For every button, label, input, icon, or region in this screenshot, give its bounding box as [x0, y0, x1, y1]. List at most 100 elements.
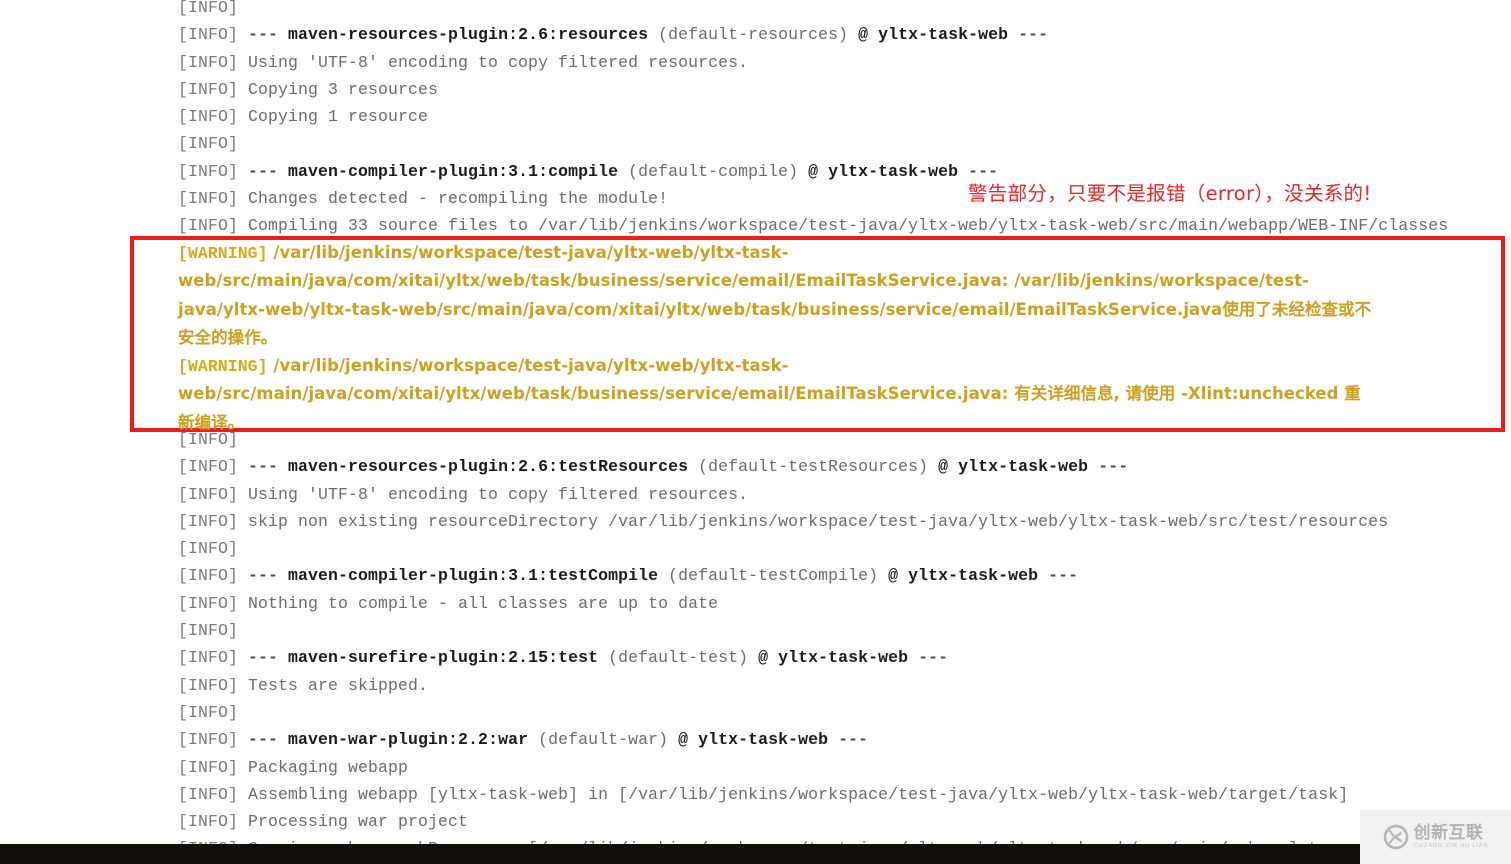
log-level-tag: [INFO]: [178, 484, 239, 504]
log-dash: ---: [238, 730, 289, 750]
maven-goal: maven-surefire-plugin:2.15:test: [288, 648, 599, 668]
warning-text: 安全的操作。: [178, 327, 278, 347]
log-message: Nothing to compile - all classes are up …: [238, 593, 719, 613]
log-line: [INFO] --- maven-compiler-plugin:3.1:com…: [178, 158, 1511, 185]
log-line: [INFO] Tests are skipped.: [178, 672, 1511, 699]
log-line: [INFO]: [178, 617, 1511, 644]
log-lines-bottom: [INFO] [INFO] --- maven-resources-plugin:…: [178, 426, 1511, 863]
maven-goal: maven-compiler-plugin:3.1:compile: [288, 161, 619, 181]
log-line: [INFO] --- maven-resources-plugin:2.6:re…: [178, 21, 1511, 48]
maven-goal: maven-resources-plugin:2.6:resources: [288, 25, 649, 45]
maven-module: @ yltx-task-web: [758, 648, 909, 668]
log-level-tag: [INFO]: [178, 52, 239, 72]
maven-module: @ yltx-task-web: [678, 730, 829, 750]
warning-line: 安全的操作。: [178, 324, 1498, 352]
log-level-tag: [INFO]: [178, 430, 239, 449]
log-message: Using 'UTF-8' encoding to copy filtered …: [238, 52, 749, 72]
warning-line: web/src/main/java/com/xitai/yltx/web/tas…: [178, 267, 1498, 295]
log-message: skip non existing resourceDirectory /var…: [238, 511, 1389, 531]
warning-level-tag: [WARNING]: [178, 244, 268, 263]
log-message: Compiling 33 source files to /var/lib/je…: [238, 216, 1449, 236]
watermark-cn: 创新互联: [1413, 822, 1484, 843]
log-message: Assembling webapp [yltx-task-web] in [/v…: [238, 784, 1349, 804]
log-line: [INFO] Nothing to compile - all classes …: [178, 590, 1511, 617]
log-message: Packaging webapp: [238, 757, 409, 777]
log-line: [INFO] Processing war project: [178, 808, 1511, 835]
site-watermark: 创新互联 CHUANG XIN HU LIAN: [1360, 810, 1511, 864]
log-level-tag: [INFO]: [178, 457, 239, 477]
log-execution-id: (default-testResources): [688, 457, 939, 477]
log-execution-id: (default-testCompile): [658, 566, 889, 586]
log-level-tag: [INFO]: [178, 216, 239, 236]
log-line: [INFO] Using 'UTF-8' encoding to copy fi…: [178, 49, 1511, 76]
watermark-en: CHUANG XIN HU LIAN: [1413, 842, 1489, 849]
log-message: Using 'UTF-8' encoding to copy filtered …: [238, 484, 749, 504]
maven-module: @ yltx-task-web: [938, 457, 1089, 477]
log-dash-tail: ---: [1088, 457, 1129, 477]
bottom-dark-bar: [0, 844, 1369, 864]
warning-text: /var/lib/jenkins/workspace/test-java/ylt…: [267, 243, 789, 262]
red-chinese-annotation: 警告部分，只要不是报错（error），没关系的!: [968, 182, 1372, 205]
log-line: [INFO] Copying 3 resources: [178, 76, 1511, 103]
log-line: [INFO] Assembling webapp [yltx-task-web]…: [178, 781, 1511, 808]
log-dash: ---: [238, 25, 289, 45]
log-level-tag: [INFO]: [178, 25, 239, 45]
log-dash: ---: [238, 648, 289, 668]
log-line: [INFO]: [178, 426, 1511, 453]
log-level-tag: [INFO]: [178, 648, 239, 668]
warning-lines: [WARNING] /var/lib/jenkins/workspace/tes…: [178, 239, 1498, 437]
log-line: [INFO] --- maven-war-plugin:2.2:war (def…: [178, 726, 1511, 753]
log-execution-id: (default-resources): [648, 25, 859, 45]
log-level-tag: [INFO]: [178, 0, 239, 17]
log-level-tag: [INFO]: [178, 757, 239, 777]
console-output-pane[interactable]: [INFO] [INFO] --- maven-resources-plugin:…: [0, 0, 1511, 864]
log-line: [INFO] skip non existing resourceDirecto…: [178, 508, 1511, 535]
warning-line: [WARNING] /var/lib/jenkins/workspace/tes…: [178, 239, 1498, 267]
log-line: [INFO]: [178, 130, 1511, 157]
log-level-tag: [INFO]: [178, 107, 239, 127]
log-line: [INFO]: [178, 535, 1511, 562]
log-dash-tail: ---: [1008, 25, 1049, 45]
log-line: [INFO] Using 'UTF-8' encoding to copy fi…: [178, 481, 1511, 508]
log-level-tag: [INFO]: [178, 189, 239, 209]
log-line: [INFO] Copying 1 resource: [178, 103, 1511, 130]
maven-module: @ yltx-task-web: [888, 566, 1039, 586]
warning-line: [WARNING] /var/lib/jenkins/workspace/tes…: [178, 352, 1498, 380]
log-dash-tail: ---: [908, 648, 949, 668]
watermark-text: 创新互联 CHUANG XIN HU LIAN: [1413, 822, 1489, 850]
log-line: [INFO] --- maven-compiler-plugin:3.1:tes…: [178, 562, 1511, 589]
log-dash-tail: ---: [828, 730, 869, 750]
log-line: [INFO] --- maven-surefire-plugin:2.15:te…: [178, 644, 1511, 671]
log-dash: ---: [238, 566, 289, 586]
warning-level-tag: [WARNING]: [178, 357, 268, 377]
log-execution-id: (default-test): [598, 648, 759, 668]
warning-text: java/yltx-web/yltx-task-web/src/main/jav…: [178, 299, 1372, 319]
log-message: Copying 3 resources: [238, 79, 439, 99]
log-dash-tail: ---: [958, 161, 999, 181]
log-message: Processing war project: [238, 812, 469, 832]
log-dash: ---: [238, 161, 289, 181]
log-level-tag: [INFO]: [178, 79, 239, 99]
warning-line: java/yltx-web/yltx-task-web/src/main/jav…: [178, 296, 1498, 324]
log-message: Changes detected - recompiling the modul…: [238, 189, 669, 209]
log-line: [INFO]: [178, 699, 1511, 726]
warning-text: web/src/main/java/com/xitai/yltx/web/tas…: [178, 271, 1309, 291]
log-execution-id: (default-compile): [618, 161, 809, 181]
log-level-tag: [INFO]: [178, 161, 239, 181]
log-line: [INFO]: [178, 0, 1511, 21]
maven-goal: maven-resources-plugin:2.6:testResources: [288, 457, 689, 477]
maven-goal: maven-compiler-plugin:3.1:testCompile: [288, 566, 659, 586]
log-dash-tail: ---: [1038, 566, 1079, 586]
maven-module: @ yltx-task-web: [808, 161, 959, 181]
log-line: [INFO] --- maven-resources-plugin:2.6:te…: [178, 453, 1511, 480]
maven-module: @ yltx-task-web: [858, 25, 1009, 45]
cx-logo-icon: [1383, 824, 1408, 850]
warning-text: web/src/main/java/com/xitai/yltx/web/tas…: [178, 384, 1361, 404]
log-level-tag: [INFO]: [178, 134, 239, 154]
log-line: [INFO] Compiling 33 source files to /var…: [178, 212, 1511, 239]
log-level-tag: [INFO]: [178, 812, 239, 832]
log-level-tag: [INFO]: [178, 593, 239, 613]
log-dash: ---: [238, 457, 289, 477]
log-message: Copying 1 resource: [238, 107, 429, 127]
warning-text: /var/lib/jenkins/workspace/test-java/ylt…: [267, 356, 789, 376]
